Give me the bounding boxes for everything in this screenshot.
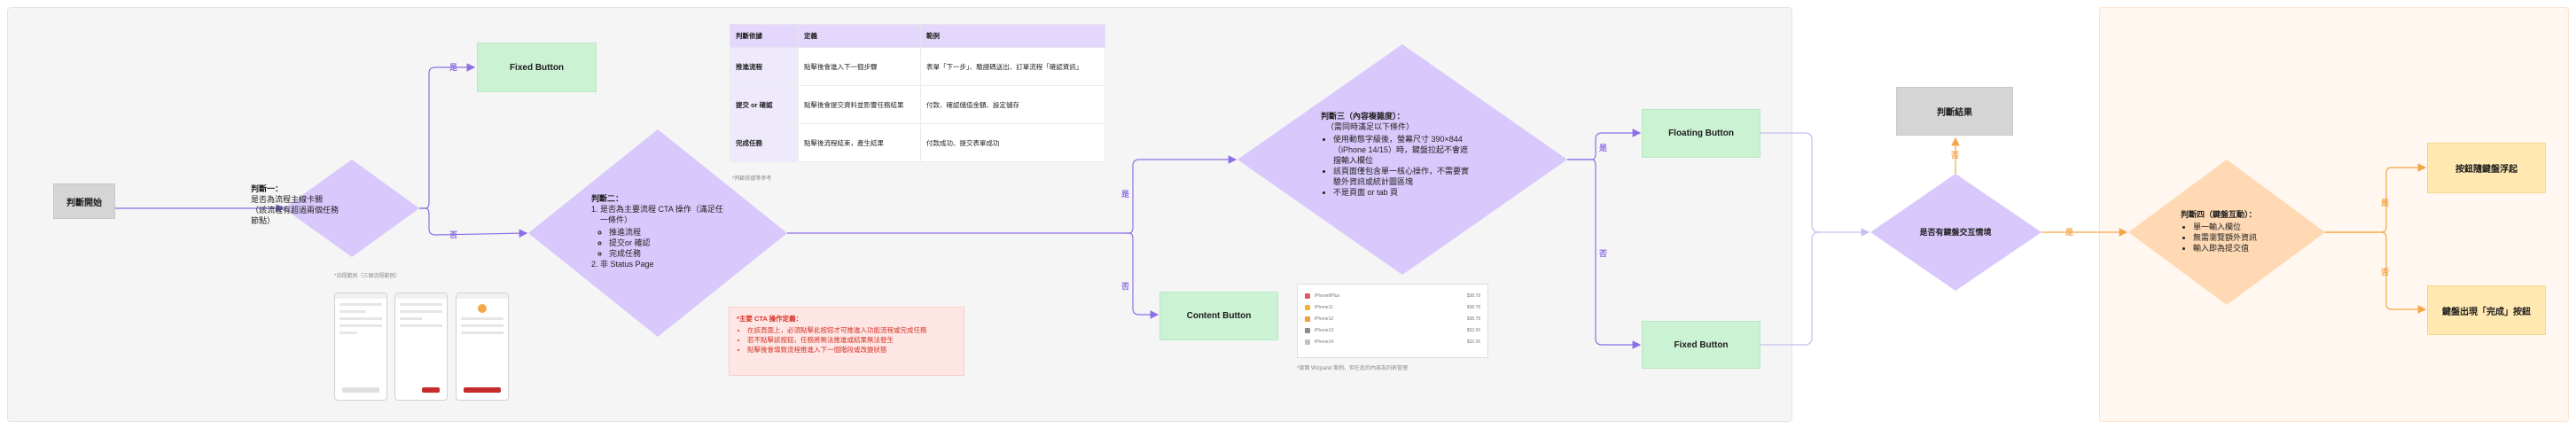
list-item: iPhone12 $38.78 xyxy=(1305,313,1480,324)
decision-4-label: 是否有鍵盤交互情境 xyxy=(1919,228,1992,237)
decision-1-title: 判斷一： xyxy=(251,184,284,193)
list-item: iPhone14 $32.36 xyxy=(1305,336,1480,347)
decision-2-item: 非 Status Page xyxy=(600,259,724,269)
fixed-button-node-top: Fixed Button xyxy=(477,43,597,92)
decision-3-label: 判斷三（內容複雜度）： （需同時滿足以下條件） 使用動態字級後，螢幕尺寸 390… xyxy=(1321,111,1476,198)
decision-1-line: 節點） xyxy=(251,216,276,225)
edge-label-d4-no: 否 xyxy=(1951,151,1960,160)
avatar-icon xyxy=(478,304,487,313)
phone-mockup xyxy=(334,292,387,401)
decision-5-title: 判斷四（鍵盤互動）： xyxy=(2181,210,2257,219)
content-button-node: Content Button xyxy=(1159,292,1278,340)
phone-mockup xyxy=(394,292,448,401)
decision-5-item: 單一輸入欄位 xyxy=(2193,222,2278,232)
table-cell: 推進流程 xyxy=(730,47,799,86)
decision-2-item: 是否為主要流程 CTA 操作（滿足任一條件） 推進流程 提交or 確認 完成任務 xyxy=(600,204,724,259)
table-row: 完成任務 點擊後流程結束，產生結果 付款成功、提交表單成功 xyxy=(730,123,1106,162)
decision-2-subitem: 推進流程 xyxy=(609,227,724,238)
table-row: 提交 or 確認 點擊後會提交資料並影響任務結果 付款、確認儲值金額、設定儲存 xyxy=(730,85,1106,124)
decision-1-line: 是否為流程主線卡關 xyxy=(251,195,324,204)
decision-5-item: 輸入即為提交值 xyxy=(2193,243,2278,254)
edge-label-d5-no: 否 xyxy=(2381,268,2390,277)
edge-label-d1-yes: 是 xyxy=(449,63,458,72)
color-swatch-icon xyxy=(1305,339,1310,345)
table-cell: 表單「下一步」、驗證碼送出、訂單流程「確認資訊」 xyxy=(919,47,1106,86)
result-node: 判斷結果 xyxy=(1896,87,2013,136)
cta-item: 在該頁面上，必須點擊此按鈕才可推進入功能流程或完成任務 xyxy=(747,325,956,335)
floating-button-node: Floating Button xyxy=(1642,109,1760,158)
color-swatch-icon xyxy=(1305,304,1310,310)
table-cell: 完成任務 xyxy=(730,123,799,162)
list-item: iPhone13 $32.36 xyxy=(1305,324,1480,336)
table-cell: 點擊後會提交資料並影響任務結果 xyxy=(798,85,921,124)
fixed-button-node-bottom: Fixed Button xyxy=(1642,321,1760,369)
cta-title: *主要 CTA 操作定義： xyxy=(737,315,803,323)
decision-3-subtitle: （需同時滿足以下條件） xyxy=(1326,122,1415,131)
decision-5-label: 判斷四（鍵盤互動）： 單一輸入欄位 無需瀏覽額外資訊 輸入即為提交值 xyxy=(2181,209,2278,254)
cta-item: 若不點擊該按鈕，任務將無法推進或結果無法發生 xyxy=(747,335,956,345)
decision-1-label: 判斷一： 是否為流程主線卡關 （該流程有超過兩個任務 節點） xyxy=(251,183,357,226)
table-cell: 點擊後會進入下一個步驟 xyxy=(798,47,921,86)
table-header: 定義 xyxy=(798,24,921,48)
table-cell: 提交 or 確認 xyxy=(730,85,799,124)
edge-label-d2-yes: 是 xyxy=(1121,190,1130,199)
flowchart-canvas: 判斷開始 Fixed Button Floating Button Fixed … xyxy=(0,0,2576,429)
decision-2-subitem: 提交or 確認 xyxy=(609,238,724,248)
decision-2-subitem: 完成任務 xyxy=(609,248,724,259)
edge-label-d1-no: 否 xyxy=(449,230,458,239)
decision-3-item: 不是頁面 or tab 頁 xyxy=(1333,187,1476,198)
decision-5-item: 無需瀏覽額外資訊 xyxy=(2193,232,2278,243)
decision-2-label: 判斷二： 是否為主要流程 CTA 操作（滿足任一條件） 推進流程 提交or 確認… xyxy=(591,193,724,269)
start-node: 判斷開始 xyxy=(53,183,115,219)
table-row: 推進流程 點擊後會進入下一個步驟 表單「下一步」、驗證碼送出、訂單流程「確認資訊… xyxy=(730,47,1106,86)
edge-label-d2-no: 否 xyxy=(1121,282,1130,291)
list-note: *頁面 Wizpand 案例，但在此的內容為列表管理 xyxy=(1297,366,1409,371)
table-header: 範例 xyxy=(919,24,1106,48)
phones-note: *流程範例（三個流程範例） xyxy=(334,274,401,279)
table-header: 判斷依據 xyxy=(730,24,799,48)
table-cell: 點擊後流程結束，產生結果 xyxy=(798,123,921,162)
edge-label-d3-no: 否 xyxy=(1599,249,1608,258)
list-item: iPhone11 $38.78 xyxy=(1305,301,1480,313)
table-cell: 付款成功、提交表單成功 xyxy=(919,123,1106,162)
decision-3-item: 該頁面僅包含單一核心操作，不需要實驗外資訊或統計圖區塊 xyxy=(1333,166,1476,187)
edge-label-d4-yes: 是 xyxy=(2065,228,2074,237)
color-swatch-icon xyxy=(1305,292,1310,299)
phone-mockup xyxy=(456,292,509,401)
decision-3-title: 判斷三（內容複雜度）： xyxy=(1321,112,1405,121)
color-swatch-icon xyxy=(1305,327,1310,333)
keyboard-done-node: 鍵盤出現「完成」按鈕 xyxy=(2427,285,2546,335)
decision-3-item: 使用動態字級後，螢幕尺寸 390×844（iPhone 14/15）時，鍵盤拉起… xyxy=(1333,134,1476,166)
cta-item: 點擊後會導致流程推進入下一個階段或改變狀態 xyxy=(747,345,956,355)
device-list-card: iPhone8Plus $38.78 iPhone11 $38.78 iPhone1… xyxy=(1297,284,1488,358)
edge-label-d3-yes: 是 xyxy=(1599,144,1608,152)
decision-2-title: 判斷二： xyxy=(591,194,624,203)
list-item: iPhone8Plus $38.78 xyxy=(1305,290,1480,301)
table-header-row: 判斷依據 定義 範例 xyxy=(730,24,1106,48)
cta-definition-box: *主要 CTA 操作定義： 在該頁面上，必須點擊此按鈕才可推進入功能流程或完成任… xyxy=(729,307,964,376)
decision-1-line: （該流程有超過兩個任務 xyxy=(251,206,340,214)
table-note: *判斷依據等參考 xyxy=(732,176,772,182)
criteria-table: 判斷依據 定義 範例 推進流程 點擊後會進入下一個步驟 表單「下一步」、驗證碼送… xyxy=(730,24,1106,162)
color-swatch-icon xyxy=(1305,316,1310,322)
table-cell: 付款、確認儲值金額、設定儲存 xyxy=(919,85,1106,124)
sticky-keyboard-node: 按鈕隨鍵盤浮起 xyxy=(2427,143,2546,193)
edge-label-d5-yes: 是 xyxy=(2381,199,2390,207)
